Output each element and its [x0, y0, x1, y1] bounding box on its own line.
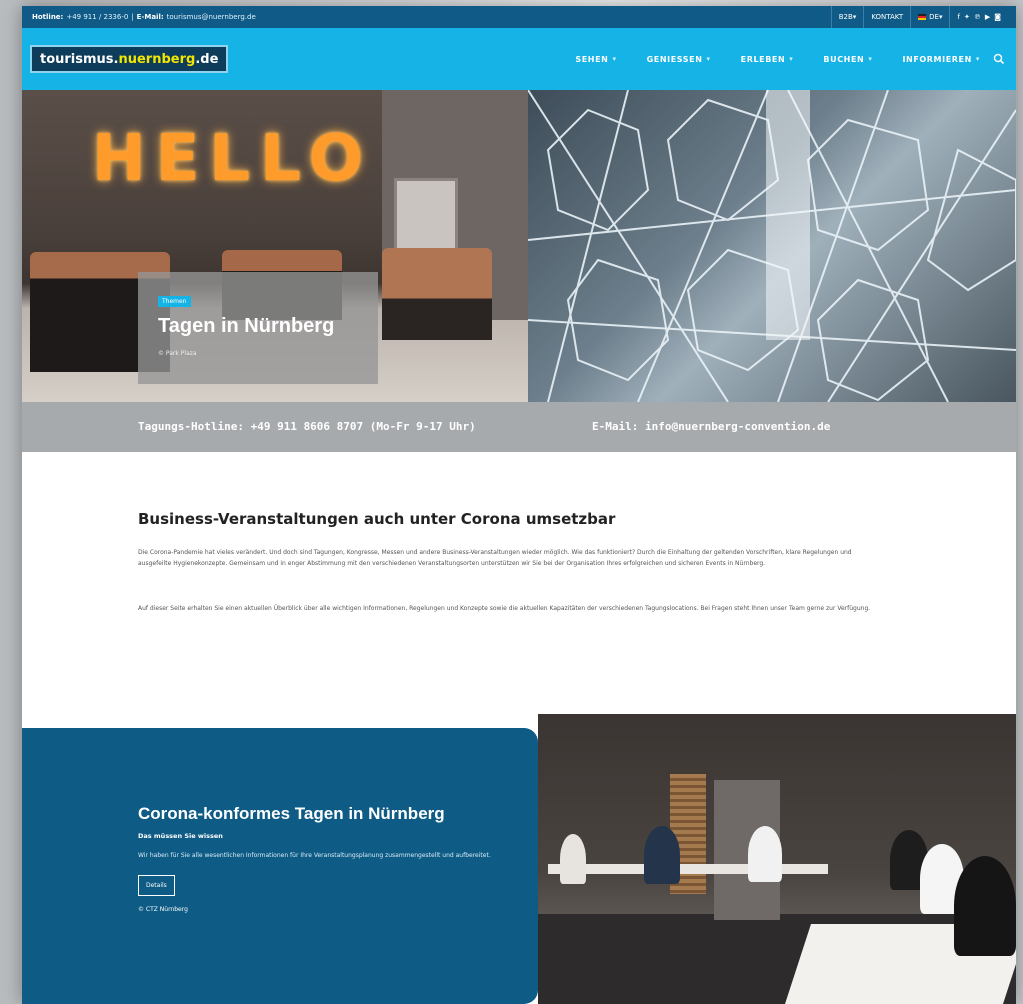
corona-info-card: Corona-konformes Tagen in Nürnberg Das m…: [22, 728, 538, 1004]
category-badge[interactable]: Themen: [158, 296, 191, 307]
card-subtitle: Das müssen Sie wissen: [138, 832, 223, 840]
german-flag-icon: [918, 14, 927, 20]
menu-item-erleben[interactable]: ERLEBEN ▾: [741, 55, 794, 64]
menu-item-sehen[interactable]: SEHEN ▾: [575, 55, 616, 64]
attendee: [644, 826, 680, 884]
menu-item-label: ERLEBEN: [740, 54, 786, 64]
pinterest-icon[interactable]: ℗: [974, 13, 981, 21]
chevron-down-icon: ▾: [612, 55, 617, 63]
intro-paragraph: Die Corona-Pandemie hat vieles verändert…: [138, 549, 852, 567]
menu-item-label: BUCHEN: [823, 54, 865, 64]
instagram-icon[interactable]: ◙: [994, 13, 1001, 21]
meeting-photo: [538, 714, 1016, 1004]
menu-item-label: INFORMIEREN: [902, 54, 972, 64]
reception-desk: [382, 248, 492, 340]
photo-credit: © Park Plaza: [158, 350, 197, 357]
chevron-down-icon: ▾: [706, 55, 711, 63]
geometric-pattern: [528, 90, 1016, 402]
divider: |: [131, 13, 134, 21]
hero-caption-box: Themen Tagen in Nürnberg © Park Plaza: [138, 272, 378, 384]
facebook-icon[interactable]: f: [957, 13, 959, 21]
main-menu: SEHEN ▾ GENIESSEN ▾ ERLEBEN ▾ BUCHEN ▾ I…: [575, 28, 980, 90]
language-label: DE: [929, 13, 939, 21]
page: Hotline: +49 911 / 2336-0 | E-Mail: tour…: [22, 6, 1016, 1004]
attendee: [954, 856, 1016, 956]
attendee: [560, 834, 586, 884]
chevron-down-icon: ▾: [975, 55, 980, 63]
hello-sign: HELLO: [92, 122, 373, 196]
main-navigation: tourismus. nuernberg .de SEHEN ▾ GENIESSEN…: [22, 28, 1016, 90]
photo-credit: © CTZ Nürnberg: [138, 906, 188, 913]
logo-text-part2: nuernberg: [118, 51, 196, 67]
logo-text-part1: tourismus.: [40, 51, 119, 67]
email-link[interactable]: tourismus@nuernberg.de: [167, 13, 256, 21]
attendee: [748, 826, 782, 882]
hero-image-glass-art: [528, 90, 1016, 402]
details-button[interactable]: Details: [138, 875, 175, 896]
chevron-down-icon: ▾: [852, 13, 857, 21]
search-icon[interactable]: [992, 52, 1006, 66]
hotline-band: Tagungs-Hotline: +49 911 8606 8707 (Mo-F…: [22, 402, 1016, 452]
card-title: Corona-konformes Tagen in Nürnberg: [138, 804, 445, 823]
top-bar: Hotline: +49 911 / 2336-0 | E-Mail: tour…: [22, 6, 1016, 28]
chevron-down-icon: ▾: [789, 55, 794, 63]
twitter-icon[interactable]: ✦: [964, 13, 970, 21]
social-links: f ✦ ℗ ▶ ◙: [949, 6, 1008, 28]
conference-email[interactable]: E-Mail: info@nuernberg-convention.de: [592, 420, 830, 433]
top-bar-right: B2B ▾ KONTAKT DE ▾ f ✦ ℗ ▶ ◙: [830, 6, 1008, 28]
b2b-label: B2B: [838, 13, 853, 21]
youtube-icon[interactable]: ▶: [985, 13, 990, 21]
kontakt-label: KONTAKT: [871, 13, 904, 21]
chevron-down-icon: ▾: [938, 13, 943, 21]
menu-item-label: GENIESSEN: [646, 54, 703, 64]
b2b-dropdown[interactable]: B2B ▾: [830, 6, 864, 28]
hotline-number[interactable]: +49 911 / 2336-0: [66, 13, 128, 21]
section-title: Business-Veranstaltungen auch unter Coro…: [138, 510, 616, 528]
info-paragraph: Auf dieser Seite erhalten Sie einen aktu…: [138, 605, 871, 612]
menu-item-label: SEHEN: [575, 54, 609, 64]
menu-item-buchen[interactable]: BUCHEN ▾: [823, 55, 872, 64]
menu-item-informieren[interactable]: INFORMIEREN ▾: [902, 55, 980, 64]
site-logo[interactable]: tourismus. nuernberg .de: [30, 45, 229, 73]
email-label: E-Mail:: [136, 13, 164, 21]
card-text: Wir haben für Sie alle wesentlichen Info…: [138, 852, 491, 859]
kontakt-link[interactable]: KONTAKT: [863, 6, 910, 28]
hotline-label: Hotline:: [32, 13, 64, 21]
conference-table: [548, 864, 828, 874]
hero-title: Tagen in Nürnberg: [158, 315, 335, 337]
chevron-down-icon: ▾: [868, 55, 873, 63]
conference-hotline[interactable]: Tagungs-Hotline: +49 911 8606 8707 (Mo-F…: [138, 420, 476, 433]
language-dropdown[interactable]: DE ▾: [910, 6, 949, 28]
logo-text-part3: .de: [195, 51, 219, 67]
menu-item-geniessen[interactable]: GENIESSEN ▾: [647, 55, 711, 64]
hero-banner: HELLO Themen Tagen in Nürnberg © Park Pl…: [22, 90, 1016, 402]
